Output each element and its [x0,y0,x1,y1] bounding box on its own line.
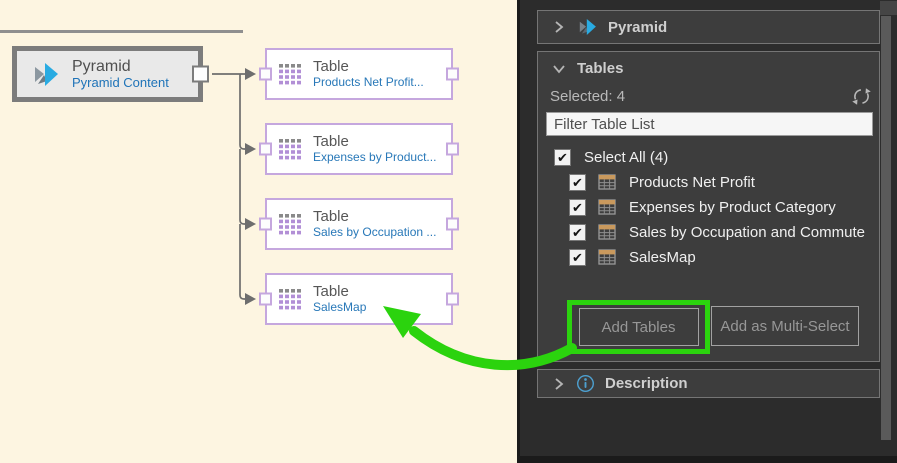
input-port[interactable] [259,68,272,81]
output-port[interactable] [446,293,459,306]
add-tables-button[interactable]: Add Tables [579,308,699,346]
table-node-salesmap[interactable]: Table SalesMap [265,273,453,325]
output-port[interactable] [446,218,459,231]
select-all-row[interactable]: ✔ Select All (4) [554,147,668,167]
green-highlight-box: Add Tables [567,300,710,354]
table-list-item[interactable]: ✔ SalesMap [569,247,696,267]
table-item-label: Expenses by Product Category [629,199,836,216]
data-flow-canvas[interactable]: Pyramid Pyramid Content Table Products N… [0,0,517,463]
chevron-down-icon [551,61,567,77]
select-all-checkbox[interactable]: ✔ [554,149,571,166]
table-item-label: SalesMap [629,249,696,266]
table-grid-icon [279,214,302,235]
table-node-products-net-profit[interactable]: Table Products Net Profit... [265,48,453,100]
table-icon [598,224,616,240]
table-grid-icon [279,64,302,85]
table-list-item[interactable]: ✔ Sales by Occupation and Commute [569,222,865,242]
table-node-subtitle: SalesMap [313,301,366,314]
table-list-item[interactable]: ✔ Products Net Profit [569,172,755,192]
table-item-label: Sales by Occupation and Commute [629,224,865,241]
panel-bottom-edge [517,456,897,463]
pyramid-model-editor: Pyramid Pyramid Content Table Products N… [0,0,897,463]
table-item-label: Products Net Profit [629,174,755,191]
properties-panel: Pyramid Tables Selected: 4 ✔ Sele [517,0,897,463]
panel-left-edge [517,0,520,463]
pyramid-logo-icon [31,61,61,88]
input-port[interactable] [259,143,272,156]
table-node-title: Table [313,284,366,301]
table-node-subtitle: Sales by Occupation ... [313,226,436,239]
selected-count-text: Selected: 4 [550,88,625,105]
table-node-title: Table [313,209,436,226]
chevron-right-icon [551,376,567,392]
scrollbar-corner [880,1,897,15]
table-node-title: Table [313,59,424,76]
source-node-title: Pyramid [72,58,169,76]
chevron-right-icon [551,19,567,35]
pyramid-logo-icon [577,17,598,37]
filter-table-list-input[interactable] [546,112,873,136]
table-node-sales-occupation[interactable]: Table Sales by Occupation ... [265,198,453,250]
output-port[interactable] [192,66,209,83]
table-icon [598,249,616,265]
table-icon [598,174,616,190]
item-checkbox[interactable]: ✔ [569,199,586,216]
refresh-icon[interactable] [851,86,872,107]
item-checkbox[interactable]: ✔ [569,174,586,191]
table-grid-icon [279,139,302,160]
table-node-subtitle: Expenses by Product... [313,151,436,164]
pyramid-section-header[interactable]: Pyramid [537,10,880,44]
item-checkbox[interactable]: ✔ [569,224,586,241]
description-section-label: Description [605,375,688,392]
table-node-title: Table [313,134,436,151]
item-checkbox[interactable]: ✔ [569,249,586,266]
tables-section-label: Tables [577,60,623,77]
info-icon [576,374,595,393]
table-list-item[interactable]: ✔ Expenses by Product Category [569,197,836,217]
table-node-expenses[interactable]: Table Expenses by Product... [265,123,453,175]
pyramid-section-label: Pyramid [608,19,667,36]
input-port[interactable] [259,293,272,306]
output-port[interactable] [446,143,459,156]
table-node-subtitle: Products Net Profit... [313,76,424,89]
select-all-label: Select All (4) [584,149,668,166]
tables-section: Tables Selected: 4 ✔ Select All (4) ✔ [537,51,880,362]
output-port[interactable] [446,68,459,81]
scrollbar[interactable] [881,16,891,440]
source-node-subtitle: Pyramid Content [72,76,169,90]
pyramid-source-node[interactable]: Pyramid Pyramid Content [12,46,203,102]
add-as-multi-select-button[interactable]: Add as Multi-Select [711,306,859,346]
description-section-header[interactable]: Description [537,369,880,398]
tables-section-header[interactable]: Tables [538,60,623,77]
input-port[interactable] [259,218,272,231]
table-icon [598,199,616,215]
table-grid-icon [279,289,302,310]
